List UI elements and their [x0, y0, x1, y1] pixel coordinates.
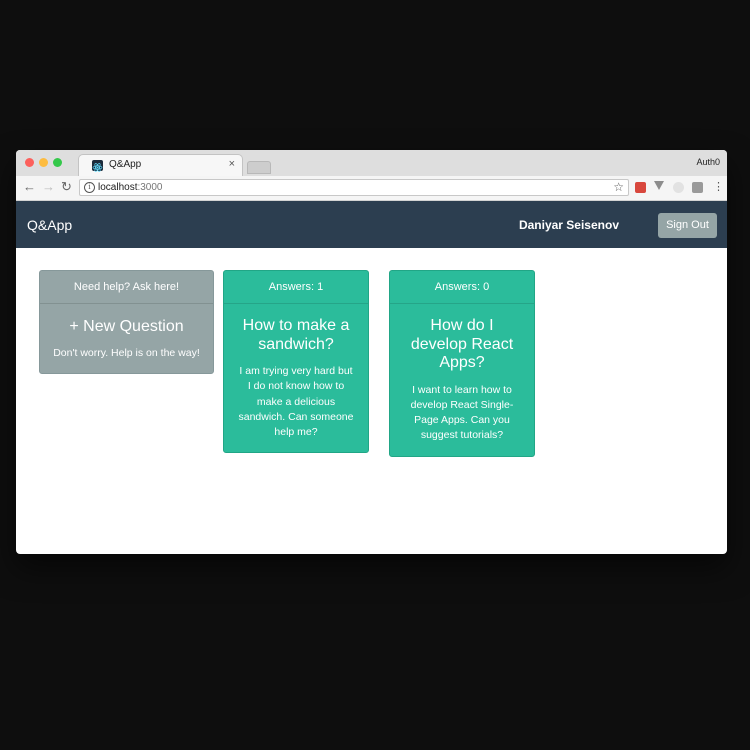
screenshot-icon[interactable] — [692, 182, 703, 193]
question-description: I am trying very hard but I do not know … — [238, 365, 354, 439]
question-card[interactable]: Answers: 0 How do I develop React Apps? … — [389, 270, 535, 457]
tab-title: Q&App — [109, 159, 142, 170]
app-navbar: Q&App Daniyar Seisenov Sign Out — [16, 201, 727, 248]
url-text: localhost:3000 — [98, 182, 163, 193]
new-tab-button[interactable] — [247, 161, 271, 174]
tab-close-icon[interactable]: × — [229, 158, 235, 170]
answers-count: Answers: 0 — [390, 271, 534, 304]
card-header: Need help? Ask here! — [40, 271, 213, 304]
question-card[interactable]: Answers: 1 How to make a sandwich? I am … — [223, 270, 369, 453]
profile-name[interactable]: Auth0 — [696, 157, 720, 167]
tab-strip: Q&App × Auth0 — [16, 150, 727, 177]
browser-toolbar: ← → ↻ i localhost:3000 ☆ ⋮ — [16, 176, 727, 201]
vue-devtools-icon[interactable] — [654, 181, 664, 190]
sign-out-button[interactable]: Sign Out — [658, 213, 717, 238]
address-bar[interactable]: i localhost:3000 ☆ — [79, 179, 629, 196]
brand-link[interactable]: Q&App — [27, 217, 72, 233]
question-description: I want to learn how to develop React Sin… — [410, 383, 514, 442]
new-question-card[interactable]: Need help? Ask here! + New Question Don'… — [39, 270, 214, 374]
extension-icon[interactable] — [673, 182, 684, 193]
back-arrow-icon[interactable]: ← — [23, 179, 36, 195]
minimize-window-button[interactable] — [39, 158, 48, 167]
answers-count: Answers: 1 — [224, 271, 368, 304]
maximize-window-button[interactable] — [53, 158, 62, 167]
menu-icon[interactable]: ⋮ — [713, 180, 724, 194]
card-title: + New Question — [69, 318, 184, 335]
info-icon[interactable]: i — [84, 182, 95, 193]
extension-icon[interactable] — [635, 182, 646, 193]
react-favicon-icon — [92, 160, 103, 172]
reload-icon[interactable]: ↻ — [61, 179, 72, 195]
url-host: localhost — [98, 182, 138, 193]
question-title: How to make a sandwich? — [242, 317, 350, 353]
question-title: How do I develop React Apps? — [410, 317, 514, 371]
close-window-button[interactable] — [25, 158, 34, 167]
browser-tab[interactable]: Q&App × — [78, 154, 243, 176]
bookmark-star-icon[interactable]: ☆ — [613, 180, 624, 194]
user-name: Daniyar Seisenov — [518, 218, 619, 232]
card-text: Don't worry. Help is on the way! — [53, 346, 200, 359]
url-port: :3000 — [137, 182, 163, 193]
browser-window: Q&App × Auth0 ← → ↻ i localhost:3000 ☆ ⋮… — [16, 150, 727, 554]
forward-arrow-icon[interactable]: → — [42, 179, 55, 195]
